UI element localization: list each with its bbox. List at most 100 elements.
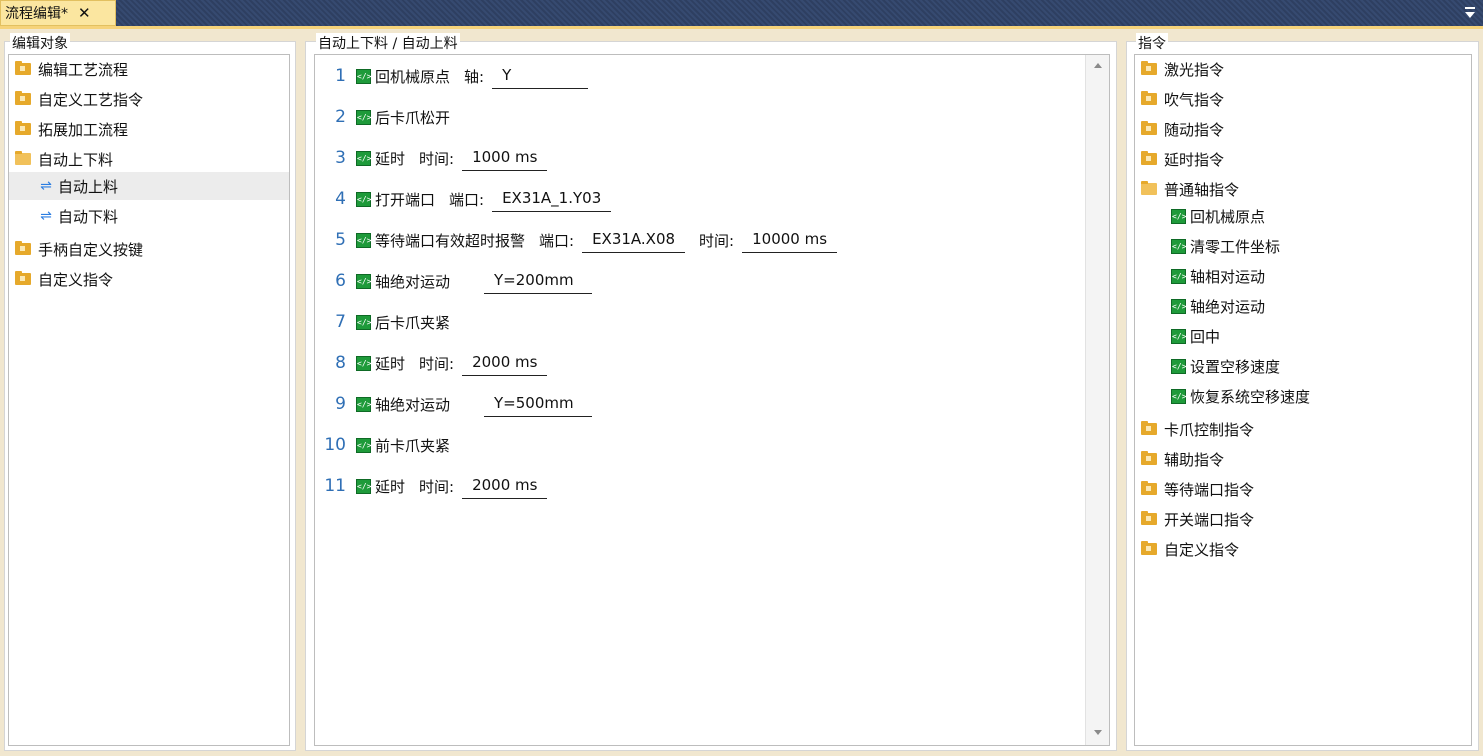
- command-category[interactable]: 随动指令: [1135, 115, 1469, 143]
- folder-icon: [1141, 151, 1157, 165]
- command-name: 轴绝对运动: [375, 272, 451, 291]
- command-icon: </>: [356, 109, 371, 125]
- tree-item[interactable]: 手柄自定义按键: [9, 235, 289, 263]
- flow-editor[interactable]: 1 </> 回机械原点 轴: Y 2 </> 后卡爪松开 3 </> 延时 时间: 1000 ms 4 </…: [314, 54, 1110, 746]
- line-body: </> 轴绝对运动 Y=500mm: [356, 389, 593, 419]
- tab-flow-edit[interactable]: 流程编辑* ✕: [0, 0, 116, 26]
- folder-icon: [15, 61, 31, 75]
- code-line[interactable]: 10 </> 前卡爪夹紧: [315, 430, 1085, 460]
- command-parameter: 轴: Y: [464, 63, 589, 89]
- command-category[interactable]: 自定义指令: [1135, 535, 1469, 563]
- code-line[interactable]: 5 </> 等待端口有效超时报警 端口: EX31A.X08 时间: 10000 ms: [315, 225, 1085, 255]
- command-item[interactable]: </> 恢复系统空移速度: [1135, 382, 1469, 410]
- command-category[interactable]: 普通轴指令: [1135, 175, 1469, 203]
- command-label: 随动指令: [1164, 120, 1225, 139]
- command-name: 等待端口有效超时报警: [375, 231, 526, 250]
- folder-icon: [1141, 421, 1157, 435]
- tree-item-label: 自动上料: [58, 177, 119, 196]
- command-item[interactable]: </> 清零工件坐标: [1135, 232, 1469, 260]
- command-icon: </>: [1171, 388, 1186, 404]
- command-item[interactable]: </> 轴相对运动: [1135, 262, 1469, 290]
- vertical-scrollbar[interactable]: [1085, 55, 1109, 745]
- command-parameter: Y=500mm: [476, 391, 593, 417]
- parameter-label: 端口:: [449, 190, 485, 209]
- command-name: 延时: [375, 477, 406, 496]
- scroll-down-icon[interactable]: [1094, 730, 1102, 735]
- folder-open-icon: [15, 151, 31, 165]
- command-name: 后卡爪松开: [375, 108, 451, 127]
- code-line[interactable]: 1 </> 回机械原点 轴: Y: [315, 61, 1085, 91]
- command-parameter: Y=200mm: [476, 268, 593, 294]
- command-icon: </>: [356, 437, 371, 453]
- tree-item[interactable]: 自动上下料: [9, 145, 289, 173]
- code-line[interactable]: 9 </> 轴绝对运动 Y=500mm: [315, 389, 1085, 419]
- command-category[interactable]: 开关端口指令: [1135, 505, 1469, 533]
- parameter-value-field[interactable]: 1000 ms: [462, 145, 548, 171]
- parameter-value-field[interactable]: Y=200mm: [484, 268, 593, 294]
- line-number: 1: [335, 66, 346, 86]
- code-line[interactable]: 8 </> 延时 时间: 2000 ms: [315, 348, 1085, 378]
- editor-breadcrumb: 自动上下料 / 自动上料: [316, 33, 460, 53]
- command-name: 延时: [375, 354, 406, 373]
- command-category[interactable]: 吹气指令: [1135, 85, 1469, 113]
- code-line[interactable]: 3 </> 延时 时间: 1000 ms: [315, 143, 1085, 173]
- tree-item[interactable]: 编辑工艺流程: [9, 55, 289, 83]
- line-body: </> 等待端口有效超时报警 端口: EX31A.X08 时间: 10000 ms: [356, 225, 838, 255]
- tree-item[interactable]: 自定义指令: [9, 265, 289, 293]
- tree-item-label: 手柄自定义按键: [38, 240, 144, 259]
- command-item[interactable]: </> 轴绝对运动: [1135, 292, 1469, 320]
- line-number: 2: [335, 107, 346, 127]
- command-category[interactable]: 辅助指令: [1135, 445, 1469, 473]
- command-label: 轴相对运动: [1190, 267, 1266, 286]
- command-label: 清零工件坐标: [1190, 237, 1281, 256]
- command-item[interactable]: </> 回机械原点: [1135, 202, 1469, 230]
- command-item[interactable]: </> 设置空移速度: [1135, 352, 1469, 380]
- folder-icon: [1141, 61, 1157, 75]
- parameter-value-field[interactable]: Y: [492, 63, 589, 89]
- command-category[interactable]: 激光指令: [1135, 55, 1469, 83]
- tree-item[interactable]: ⇌ 自动上料: [9, 172, 289, 200]
- command-label: 轴绝对运动: [1190, 297, 1266, 316]
- parameter-value-field[interactable]: Y=500mm: [484, 391, 593, 417]
- parameter-value-field[interactable]: EX31A_1.Y03: [492, 186, 612, 212]
- tree-item[interactable]: ⇌ 自动下料: [9, 202, 289, 230]
- parameter-label: 端口:: [539, 231, 575, 250]
- code-line[interactable]: 2 </> 后卡爪松开: [315, 102, 1085, 132]
- parameter-value-field[interactable]: 2000 ms: [462, 350, 548, 376]
- line-body: </> 打开端口 端口: EX31A_1.Y03: [356, 184, 612, 214]
- code-line[interactable]: 7 </> 后卡爪夹紧: [315, 307, 1085, 337]
- tree-item[interactable]: 拓展加工流程: [9, 115, 289, 143]
- folder-icon: [1141, 451, 1157, 465]
- tree-item[interactable]: 自定义工艺指令: [9, 85, 289, 113]
- code-line[interactable]: 11 </> 延时 时间: 2000 ms: [315, 471, 1085, 501]
- folder-open-icon: [1141, 181, 1157, 195]
- close-icon[interactable]: ✕: [78, 4, 91, 22]
- command-parameter: 时间: 10000 ms: [699, 227, 838, 253]
- line-number: 4: [335, 189, 346, 209]
- line-body: </> 后卡爪夹紧: [356, 307, 450, 337]
- command-category[interactable]: 卡爪控制指令: [1135, 415, 1469, 443]
- line-number: 9: [335, 394, 346, 414]
- command-name: 前卡爪夹紧: [375, 436, 451, 455]
- code-line[interactable]: 4 </> 打开端口 端口: EX31A_1.Y03: [315, 184, 1085, 214]
- folder-icon: [1141, 121, 1157, 135]
- tab-dropdown-icon[interactable]: [1465, 7, 1475, 19]
- command-item[interactable]: </> 回中: [1135, 322, 1469, 350]
- command-name: 回机械原点: [375, 67, 451, 86]
- command-label: 等待端口指令: [1164, 480, 1255, 499]
- parameter-value-field[interactable]: EX31A.X08: [582, 227, 686, 253]
- parameter-value-field[interactable]: 10000 ms: [742, 227, 838, 253]
- parameter-label: 时间:: [419, 149, 455, 168]
- command-category[interactable]: 延时指令: [1135, 145, 1469, 173]
- command-label: 激光指令: [1164, 60, 1225, 79]
- scroll-up-icon[interactable]: [1094, 63, 1102, 68]
- code-line[interactable]: 6 </> 轴绝对运动 Y=200mm: [315, 266, 1085, 296]
- command-icon: </>: [1171, 328, 1186, 344]
- command-category[interactable]: 等待端口指令: [1135, 475, 1469, 503]
- command-label: 设置空移速度: [1190, 357, 1281, 376]
- line-body: </> 回机械原点 轴: Y: [356, 61, 589, 91]
- document-tab-strip: 流程编辑* ✕: [0, 0, 1483, 26]
- parameter-value-field[interactable]: 2000 ms: [462, 473, 548, 499]
- folder-icon: [1141, 541, 1157, 555]
- command-icon: </>: [1171, 208, 1186, 224]
